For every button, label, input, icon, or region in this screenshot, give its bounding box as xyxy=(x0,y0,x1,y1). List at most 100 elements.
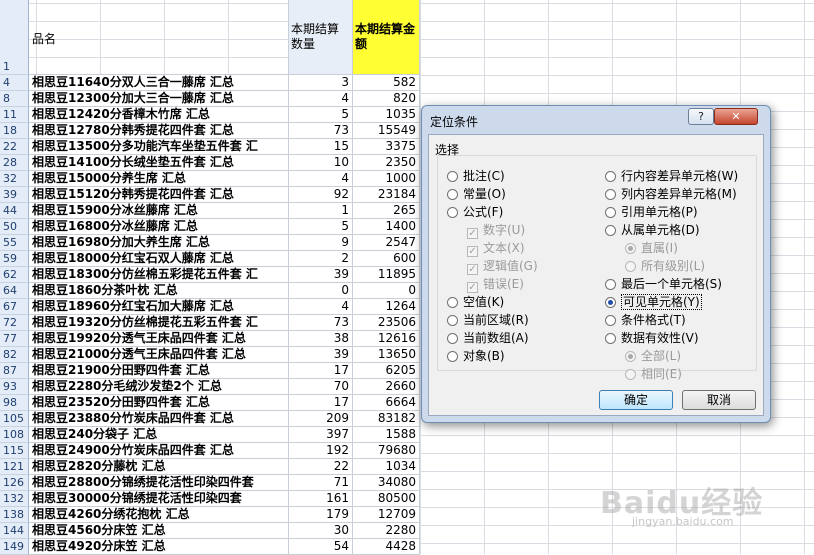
qty-cell[interactable]: 0 xyxy=(289,283,353,299)
radio-icon[interactable] xyxy=(447,333,458,344)
amount-cell[interactable]: 582 xyxy=(353,75,420,91)
amount-cell[interactable]: 15549 xyxy=(353,123,420,139)
name-cell[interactable]: 相思豆15120分韩秀提花四件套 汇总 xyxy=(29,187,289,203)
name-cell[interactable]: 相思豆12780分韩秀提花四件套 汇总 xyxy=(29,123,289,139)
row-header[interactable]: 44 xyxy=(0,203,29,219)
radio-icon[interactable] xyxy=(605,171,616,182)
option-left-8[interactable]: 当前区域(R) xyxy=(447,313,529,327)
amount-cell[interactable]: 2280 xyxy=(353,523,420,539)
name-cell[interactable]: 相思豆2280分毛绒沙发垫2个 汇总 xyxy=(29,379,289,395)
amount-cell[interactable]: 2350 xyxy=(353,155,420,171)
qty-cell[interactable]: 70 xyxy=(289,379,353,395)
name-cell[interactable]: 相思豆21000分透气王床品四件套 汇总 xyxy=(29,347,289,363)
row-header[interactable]: 138 xyxy=(0,507,29,523)
amount-cell[interactable]: 2547 xyxy=(353,235,420,251)
amount-cell[interactable]: 1034 xyxy=(353,459,420,475)
row-header[interactable]: 87 xyxy=(0,363,29,379)
name-cell[interactable]: 相思豆16980分加大养生席 汇总 xyxy=(29,235,289,251)
amount-cell[interactable]: 13650 xyxy=(353,347,420,363)
row-header[interactable]: 39 xyxy=(0,187,29,203)
amount-cell[interactable]: 6205 xyxy=(353,363,420,379)
name-cell[interactable]: 相思豆30000分锦绣提花活性印染四套 xyxy=(29,491,289,507)
row-header[interactable]: 77 xyxy=(0,331,29,347)
row-header[interactable]: 132 xyxy=(0,491,29,507)
radio-icon[interactable] xyxy=(605,297,616,308)
qty-cell[interactable]: 73 xyxy=(289,315,353,331)
qty-cell[interactable]: 4 xyxy=(289,171,353,187)
qty-cell[interactable]: 9 xyxy=(289,235,353,251)
radio-icon[interactable] xyxy=(605,189,616,200)
amount-cell[interactable]: 2660 xyxy=(353,379,420,395)
row-header[interactable]: 8 xyxy=(0,91,29,107)
qty-cell[interactable]: 17 xyxy=(289,395,353,411)
option-left-1[interactable]: 常量(O) xyxy=(447,187,506,201)
qty-cell[interactable]: 3 xyxy=(289,75,353,91)
qty-cell[interactable]: 192 xyxy=(289,443,353,459)
row-header[interactable]: 105 xyxy=(0,411,29,427)
row-header[interactable]: 98 xyxy=(0,395,29,411)
option-right-3[interactable]: 从属单元格(D) xyxy=(605,223,700,237)
amount-cell[interactable]: 1000 xyxy=(353,171,420,187)
radio-icon[interactable] xyxy=(447,315,458,326)
row-header[interactable]: 50 xyxy=(0,219,29,235)
qty-cell[interactable]: 209 xyxy=(289,411,353,427)
amount-cell[interactable]: 23184 xyxy=(353,187,420,203)
option-left-9[interactable]: 当前数组(A) xyxy=(447,331,529,345)
qty-cell[interactable]: 4 xyxy=(289,91,353,107)
option-left-7[interactable]: 空值(K) xyxy=(447,295,504,309)
row-header[interactable]: 64 xyxy=(0,283,29,299)
name-cell[interactable]: 相思豆13500分多功能汽车坐垫五件套 汇 xyxy=(29,139,289,155)
amount-cell[interactable]: 1400 xyxy=(353,219,420,235)
amount-cell[interactable]: 12616 xyxy=(353,331,420,347)
name-cell[interactable]: 相思豆23880分竹炭床品四件套 汇总 xyxy=(29,411,289,427)
amount-cell[interactable]: 12709 xyxy=(353,507,420,523)
name-cell[interactable]: 相思豆19920分透气王床品四件套 汇总 xyxy=(29,331,289,347)
option-right-6[interactable]: 最后一个单元格(S) xyxy=(605,277,722,291)
ok-button[interactable]: 确定 xyxy=(599,390,673,410)
name-cell[interactable]: 相思豆12300分加大三合一藤席 汇总 xyxy=(29,91,289,107)
row-header[interactable]: 115 xyxy=(0,443,29,459)
radio-icon[interactable] xyxy=(447,351,458,362)
qty-cell[interactable]: 92 xyxy=(289,187,353,203)
name-cell[interactable]: 相思豆240分袋子 汇总 xyxy=(29,427,289,443)
cancel-button[interactable]: 取消 xyxy=(682,390,756,410)
name-cell[interactable]: 相思豆28800分锦绣提花活性印染四件套 xyxy=(29,475,289,491)
qty-cell[interactable]: 1 xyxy=(289,203,353,219)
qty-cell[interactable]: 17 xyxy=(289,363,353,379)
radio-icon[interactable] xyxy=(447,171,458,182)
amount-cell[interactable]: 1588 xyxy=(353,427,420,443)
qty-cell[interactable]: 4 xyxy=(289,299,353,315)
row-header[interactable]: 59 xyxy=(0,251,29,267)
qty-cell[interactable]: 397 xyxy=(289,427,353,443)
row-header[interactable]: 121 xyxy=(0,459,29,475)
header-name-cell[interactable]: 品名 xyxy=(29,0,289,75)
close-button[interactable]: ✕ xyxy=(714,108,758,125)
amount-cell[interactable]: 34080 xyxy=(353,475,420,491)
option-right-8[interactable]: 条件格式(T) xyxy=(605,313,686,327)
row-header[interactable]: 11 xyxy=(0,107,29,123)
name-cell[interactable]: 相思豆14100分长绒坐垫五件套 汇总 xyxy=(29,155,289,171)
name-cell[interactable]: 相思豆15900分冰丝藤席 汇总 xyxy=(29,203,289,219)
row-header[interactable]: 4 xyxy=(0,75,29,91)
option-left-0[interactable]: 批注(C) xyxy=(447,169,505,183)
row-header[interactable]: 108 xyxy=(0,427,29,443)
qty-cell[interactable]: 38 xyxy=(289,331,353,347)
qty-cell[interactable]: 39 xyxy=(289,347,353,363)
amount-cell[interactable]: 1264 xyxy=(353,299,420,315)
radio-icon[interactable] xyxy=(605,333,616,344)
amount-cell[interactable]: 23506 xyxy=(353,315,420,331)
row-header[interactable]: 32 xyxy=(0,171,29,187)
option-right-9[interactable]: 数据有效性(V) xyxy=(605,331,699,345)
qty-cell[interactable]: 22 xyxy=(289,459,353,475)
qty-cell[interactable]: 10 xyxy=(289,155,353,171)
row-header[interactable]: 72 xyxy=(0,315,29,331)
name-cell[interactable]: 相思豆18000分红宝石双人藤席 汇总 xyxy=(29,251,289,267)
amount-cell[interactable]: 265 xyxy=(353,203,420,219)
qty-cell[interactable]: 73 xyxy=(289,123,353,139)
option-right-2[interactable]: 引用单元格(P) xyxy=(605,205,698,219)
row-header[interactable]: 93 xyxy=(0,379,29,395)
qty-cell[interactable]: 5 xyxy=(289,107,353,123)
row-header[interactable]: 149 xyxy=(0,539,29,555)
name-cell[interactable]: 相思豆11640分双人三合一藤席 汇总 xyxy=(29,75,289,91)
qty-cell[interactable]: 30 xyxy=(289,523,353,539)
